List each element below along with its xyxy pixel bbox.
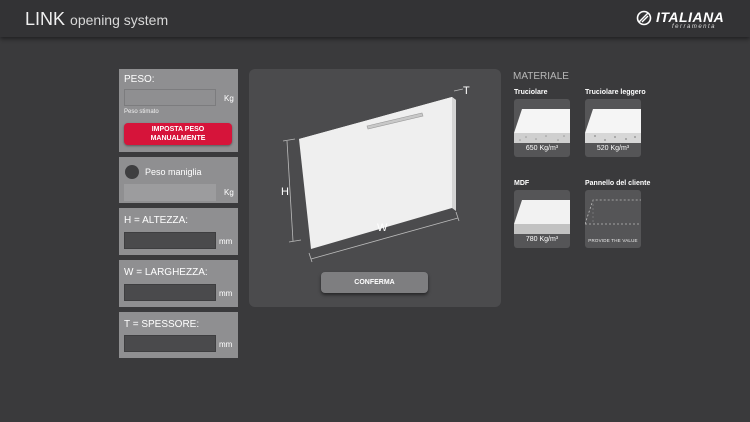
handle-weight-input[interactable] [124, 184, 216, 201]
dim-h-label: H [281, 186, 289, 198]
dim-t-label: T [463, 85, 470, 97]
set-weight-button-line1: IMPOSTA PESO [151, 126, 205, 133]
material-name: Truciolare leggero [585, 89, 646, 96]
width-unit: mm [219, 289, 233, 298]
panel-3d-illustration: H W T [281, 85, 470, 263]
app-header: LINK opening system ITALIANA ferramenta [0, 0, 750, 37]
thickness-label-text: = SPESSORE: [129, 319, 200, 330]
brand-logo-icon [636, 10, 652, 26]
weight-input[interactable] [124, 89, 216, 106]
material-name: Pannello del cliente [585, 180, 651, 187]
provide-value-note: PROVIDE THE VALUE [588, 238, 638, 243]
dim-w-label: W [377, 222, 388, 234]
material-density: 650 Kg/m³ [525, 145, 559, 152]
app-title: LINK opening system [25, 9, 168, 30]
material-density: 780 Kg/m³ [525, 236, 559, 243]
weight-unit: Kg [224, 94, 234, 103]
app-name: LINK [25, 9, 66, 29]
material-name: MDF [514, 180, 530, 187]
material-name: Truciolare [514, 89, 548, 96]
brand-tagline: ferramenta [672, 24, 717, 30]
brand-logo: ITALIANA ferramenta [636, 9, 736, 31]
set-weight-manually-button[interactable]: IMPOSTA PESO MANUALMENTE [124, 123, 232, 145]
handle-weight-label: Peso maniglia [145, 167, 202, 177]
height-label-text: = ALTEZZA: [131, 215, 189, 226]
handle-weight-card: Peso maniglia Kg [119, 157, 238, 203]
width-label: W = LARGHEZZA: [124, 267, 208, 278]
thickness-input[interactable] [124, 335, 216, 352]
panel-preview: H W T CONFERMA [249, 69, 501, 307]
handle-weight-unit: Kg [224, 188, 234, 197]
weight-label: PESO: [124, 74, 155, 85]
handle-weight-toggle[interactable] [125, 165, 139, 179]
material-density: 520 Kg/m³ [596, 145, 630, 152]
material-tile: PROVIDE THE VALUE [585, 190, 641, 248]
estimated-weight-hint: Peso stimato [124, 109, 159, 115]
confirm-button[interactable]: CONFERMA [321, 272, 428, 293]
height-input[interactable] [124, 232, 216, 249]
height-unit: mm [219, 237, 233, 246]
material-tile: 520 Kg/m³ [585, 99, 641, 157]
app-subtitle: opening system [70, 12, 169, 28]
material-tile: 780 Kg/m³ [514, 190, 570, 248]
thickness-label: T = SPESSORE: [124, 319, 199, 330]
material-title: MATERIALE [513, 71, 569, 82]
width-input[interactable] [124, 284, 216, 301]
weight-card: PESO: Kg Peso stimato IMPOSTA PESO MANUA… [119, 69, 238, 152]
width-label-text: = LARGHEZZA: [133, 267, 208, 278]
height-label: H = ALTEZZA: [124, 215, 188, 226]
material-tile: 650 Kg/m³ [514, 99, 570, 157]
set-weight-button-line2: MANUALMENTE [150, 135, 206, 142]
thickness-unit: mm [219, 340, 233, 349]
height-card: H = ALTEZZA: mm [119, 208, 238, 255]
brand-name: ITALIANA [656, 9, 725, 25]
panel-side-edge [452, 97, 456, 211]
thickness-card: T = SPESSORE: mm [119, 312, 238, 358]
width-card: W = LARGHEZZA: mm [119, 260, 238, 307]
